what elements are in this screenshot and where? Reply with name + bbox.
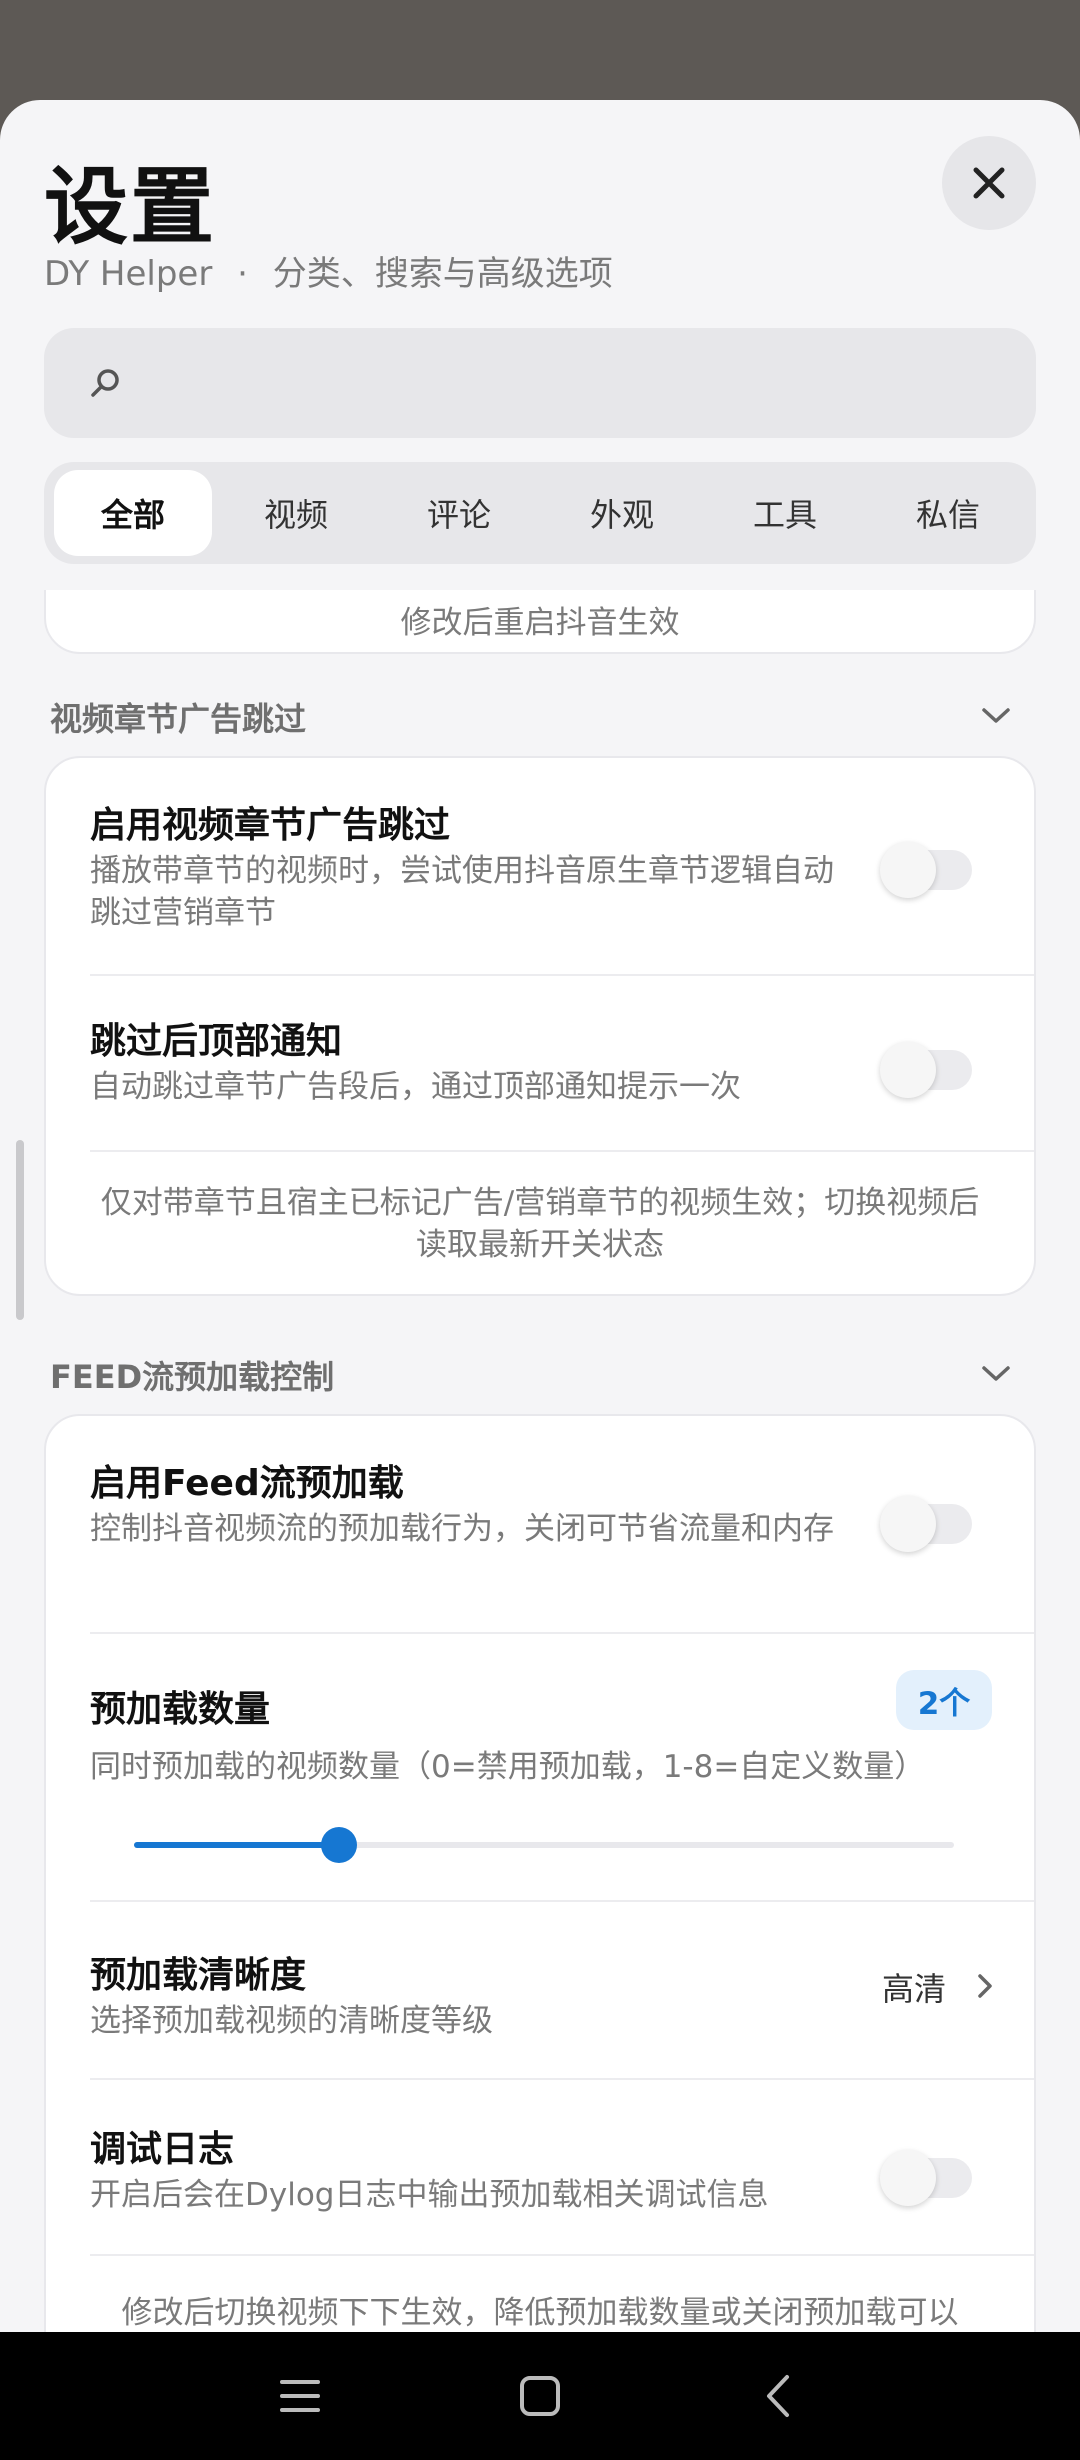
tab-appearance[interactable]: 外观 bbox=[543, 470, 701, 556]
menu-icon bbox=[280, 2380, 320, 2412]
preload-count-title: 预加载数量 bbox=[90, 1689, 271, 1730]
skip-notification-toggle[interactable] bbox=[880, 1042, 972, 1098]
search-input[interactable] bbox=[44, 328, 1036, 438]
home-icon bbox=[520, 2376, 560, 2416]
search-icon bbox=[91, 369, 119, 397]
tab-all[interactable]: 全部 bbox=[54, 470, 212, 556]
divider bbox=[90, 2254, 1034, 2256]
nav-menu-button[interactable] bbox=[266, 2362, 334, 2430]
subtitle-description: 分类、搜索与高级选项 bbox=[272, 254, 613, 294]
system-nav-bar bbox=[0, 2332, 1080, 2460]
chapter-skip-note: 仅对带章节且宿主已标记广告/营销章节的视频生效；切换视频后读取最新开关状态 bbox=[100, 1185, 980, 1263]
toggle-knob bbox=[880, 842, 936, 898]
divider bbox=[90, 1632, 1034, 1634]
section-header-feed-preload: FEED流预加载控制 bbox=[50, 1358, 335, 1396]
toggle-knob bbox=[880, 1496, 936, 1552]
close-button[interactable] bbox=[942, 136, 1036, 230]
tab-tools[interactable]: 工具 bbox=[706, 470, 864, 556]
preload-count-badge: 2个 bbox=[896, 1670, 992, 1730]
nav-home-button[interactable] bbox=[506, 2362, 574, 2430]
page-title: 设置 bbox=[44, 158, 217, 256]
page-subtitle: DY Helper · 分类、搜索与高级选项 bbox=[44, 246, 613, 295]
scroll-indicator[interactable] bbox=[16, 1140, 24, 1320]
feed-preload-card: 启用Feed流预加载 控制抖音视频流的预加载行为，关闭可节省流量和内存 预加载数… bbox=[44, 1414, 1036, 2332]
toggle-knob bbox=[880, 1042, 936, 1098]
chevron-right-icon[interactable] bbox=[976, 1972, 994, 2000]
enable-chapter-skip-toggle[interactable] bbox=[880, 842, 972, 898]
subtitle-app-name: DY Helper bbox=[44, 254, 213, 294]
settings-sheet: 设置 DY Helper · 分类、搜索与高级选项 全部 视频 评论 外观 工具… bbox=[0, 100, 1080, 2332]
close-icon bbox=[973, 167, 1005, 199]
debug-log-desc: 开启后会在Dylog日志中输出预加载相关调试信息 bbox=[90, 2177, 769, 2213]
tab-messages[interactable]: 私信 bbox=[869, 470, 1027, 556]
skip-notification-desc: 自动跳过章节广告段后，通过顶部通知提示一次 bbox=[90, 1069, 741, 1105]
nav-back-button[interactable] bbox=[744, 2362, 812, 2430]
slider-fill bbox=[134, 1842, 339, 1848]
divider bbox=[90, 1900, 1034, 1902]
preload-quality-value[interactable]: 高清 bbox=[882, 1964, 946, 2010]
preload-quality-desc: 选择预加载视频的清晰度等级 bbox=[90, 2003, 493, 2039]
divider bbox=[90, 1150, 1034, 1152]
section-header-chapter-ad-skip: 视频章节广告跳过 bbox=[50, 700, 307, 738]
chevron-down-icon[interactable] bbox=[980, 706, 1012, 726]
enable-feed-preload-toggle[interactable] bbox=[880, 1496, 972, 1552]
preload-count-slider[interactable] bbox=[134, 1827, 954, 1863]
tab-video[interactable]: 视频 bbox=[217, 470, 375, 556]
subtitle-separator: · bbox=[237, 254, 248, 294]
enable-chapter-skip-desc: 播放带章节的视频时，尝试使用抖音原生章节逻辑自动跳过营销章节 bbox=[90, 853, 834, 931]
slider-thumb[interactable] bbox=[321, 1827, 357, 1863]
tab-comments[interactable]: 评论 bbox=[380, 470, 538, 556]
debug-log-title: 调试日志 bbox=[90, 2129, 235, 2170]
enable-feed-preload-title: 启用Feed流预加载 bbox=[90, 1463, 404, 1504]
preload-quality-title: 预加载清晰度 bbox=[90, 1955, 307, 1996]
enable-feed-preload-desc: 控制抖音视频流的预加载行为，关闭可节省流量和内存 bbox=[90, 1511, 834, 1547]
settings-list[interactable]: 修改后重启抖音生效 视频章节广告跳过 启用视频章节广告跳过 播放带章节的视频时，… bbox=[0, 590, 1080, 2332]
feed-preload-note: 修改后切换视频下下生效，降低预加载数量或关闭预加载可以 bbox=[121, 2295, 959, 2331]
debug-log-toggle[interactable] bbox=[880, 2150, 972, 2206]
divider bbox=[90, 974, 1034, 976]
skip-notification-title: 跳过后顶部通知 bbox=[90, 1021, 343, 1062]
category-tabs: 全部 视频 评论 外观 工具 私信 bbox=[44, 462, 1036, 564]
enable-chapter-skip-title: 启用视频章节广告跳过 bbox=[90, 805, 451, 846]
chevron-down-icon[interactable] bbox=[980, 1364, 1012, 1384]
toggle-knob bbox=[880, 2150, 936, 2206]
chapter-ad-skip-card: 启用视频章节广告跳过 播放带章节的视频时，尝试使用抖音原生章节逻辑自动跳过营销章… bbox=[44, 756, 1036, 1296]
preload-count-desc: 同时预加载的视频数量（0=禁用预加载，1-8=自定义数量） bbox=[90, 1749, 926, 1785]
divider bbox=[90, 2078, 1034, 2080]
back-icon bbox=[767, 2375, 789, 2417]
previous-card-note: 修改后重启抖音生效 bbox=[400, 605, 680, 641]
previous-settings-card: 修改后重启抖音生效 bbox=[44, 590, 1036, 654]
